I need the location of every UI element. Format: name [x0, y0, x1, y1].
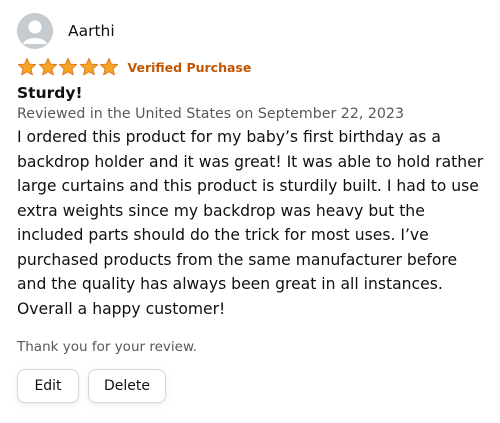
star-icon — [79, 58, 98, 76]
rating-row: Verified Purchase — [17, 56, 493, 78]
star-icon — [99, 58, 119, 76]
verified-purchase-badge: Verified Purchase — [127, 59, 252, 75]
star-icon — [58, 58, 78, 76]
review-body: I ordered this product for my baby’s fir… — [17, 128, 484, 318]
reviewer-row: Aarthi — [17, 10, 493, 52]
review-title[interactable]: Sturdy! — [17, 84, 493, 102]
delete-button[interactable]: Delete — [88, 369, 166, 403]
review-card: Aarthi Verified Purchase Sturdy! Reviewe… — [17, 10, 493, 403]
star-icon — [17, 58, 37, 76]
edit-button[interactable]: Edit — [17, 369, 79, 403]
review-actions: Edit Delete — [17, 369, 493, 403]
reviewer-name[interactable]: Aarthi — [68, 22, 115, 40]
star-icon — [38, 58, 57, 76]
user-avatar-icon — [17, 13, 53, 49]
thank-you-message: Thank you for your review. — [17, 339, 198, 355]
star-rating[interactable] — [17, 57, 120, 77]
review-date: Reviewed in the United States on Septemb… — [17, 106, 404, 122]
